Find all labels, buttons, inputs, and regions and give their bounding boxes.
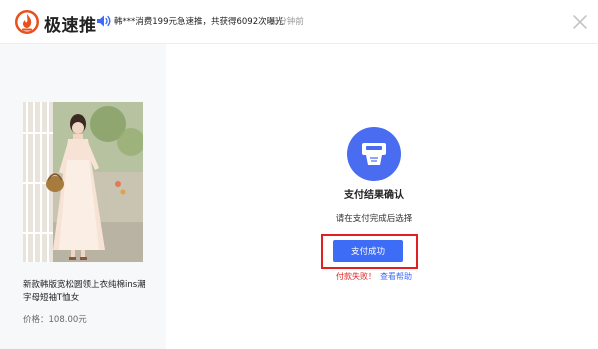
fire-badge-icon (15, 10, 39, 34)
close-icon[interactable] (570, 12, 590, 32)
result-title: 支付结果确认 (344, 190, 404, 201)
payment-confirm-dialog: 极速推 韩***消费199元急速推，共获得6092次曝光 3分钟前 新款韩版宽松… (0, 0, 598, 349)
notice-text: 韩***消费199元急速推，共获得6092次曝光 (114, 17, 284, 27)
dialog-header: 极速推 韩***消费199元急速推，共获得6092次曝光 3分钟前 (0, 0, 598, 44)
product-price: 价格：108.00元 (23, 313, 87, 325)
price-label: 价格： (23, 315, 49, 325)
result-links: 付款失败！ 查看帮助 (336, 271, 412, 282)
payment-failed-link[interactable]: 付款失败！ (336, 272, 376, 281)
payment-success-button[interactable]: 支付成功 (333, 240, 403, 262)
brand-name: 极速推 (44, 16, 97, 36)
view-help-link[interactable]: 查看帮助 (380, 272, 412, 281)
notice-time: 3分钟前 (273, 17, 304, 27)
product-image (23, 102, 143, 262)
product-title: 新款韩版宽松圆领上衣纯棉ins潮字母短袖T恤女 (23, 280, 146, 303)
speaker-icon (97, 15, 111, 27)
price-value: 108.00元 (48, 315, 87, 325)
payment-terminal-icon (347, 127, 401, 181)
result-subtitle: 请在支付完成后选择 (335, 214, 413, 224)
